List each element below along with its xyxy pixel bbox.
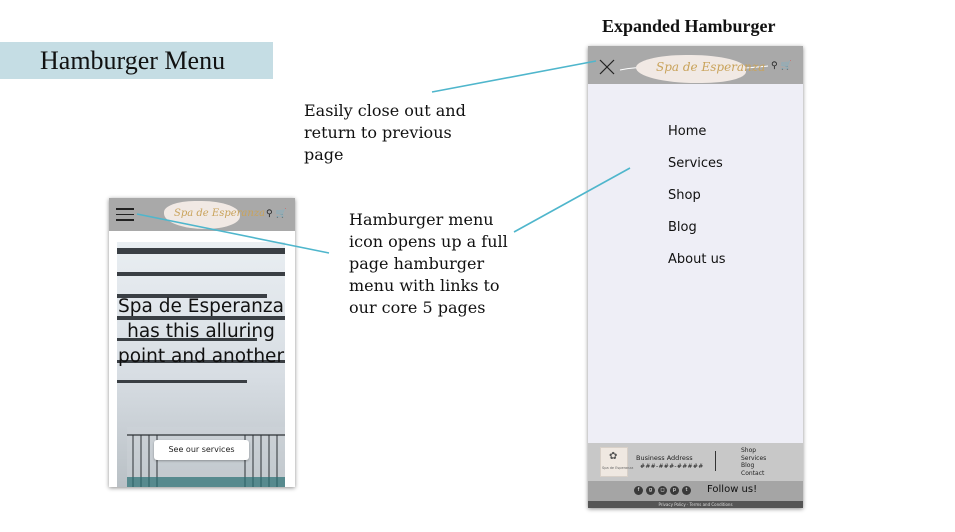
- close-icon[interactable]: [599, 59, 615, 75]
- footer-link-services[interactable]: Services: [741, 455, 766, 463]
- footer-divider: [715, 451, 716, 471]
- menu-nav: Home Services Shop Blog About us: [668, 123, 726, 283]
- footer-link-blog[interactable]: Blog: [741, 462, 766, 470]
- site-footer: ✿ Spa de Esperanza Business Address ###-…: [588, 443, 803, 481]
- footer-links: Shop Services Blog Contact: [741, 447, 766, 477]
- menu-header: Spa de Esperanza ⚲ 🛒: [588, 46, 803, 84]
- annotation-menu: Hamburger menu icon opens up a full page…: [349, 210, 508, 317]
- social-bar: f g ◻ p t Follow us!: [588, 481, 803, 501]
- instagram-icon[interactable]: ◻: [658, 486, 667, 495]
- mobile-header: Spa de Esperanza ⚲ 🛒: [109, 198, 295, 231]
- see-services-button[interactable]: See our services: [154, 440, 249, 460]
- search-cart-icons[interactable]: ⚲ 🛒: [771, 61, 792, 71]
- business-address-value: ###-###-#####: [640, 463, 704, 470]
- footer-badge-text: Spa de Esperanza: [602, 466, 634, 470]
- logo[interactable]: Spa de Esperanza: [636, 55, 765, 83]
- slide-title-banner: Hamburger Menu: [0, 42, 273, 79]
- nav-item-services[interactable]: Services: [668, 155, 726, 187]
- logo[interactable]: Spa de Esperanza: [164, 201, 265, 229]
- annotation-close: Easily close out and return to previous …: [304, 101, 466, 164]
- footer-link-contact[interactable]: Contact: [741, 470, 766, 478]
- flower-icon: ✿: [609, 451, 618, 462]
- expanded-heading: Expanded Hamburger: [602, 16, 776, 36]
- hero-image: Spa de Esperanza has this alluring point…: [117, 242, 285, 487]
- expanded-menu-mockup: Spa de Esperanza ⚲ 🛒 Home Services Shop …: [588, 46, 803, 508]
- pinterest-icon[interactable]: p: [670, 486, 679, 495]
- footer-logo-badge: ✿ Spa de Esperanza: [600, 447, 633, 477]
- mobile-homepage-mockup: Spa de Esperanza ⚲ 🛒 Spa de Esperanza ha…: [109, 198, 295, 487]
- hamburger-icon[interactable]: [116, 208, 134, 221]
- logo-text: Spa de Esperanza: [656, 60, 766, 74]
- slide-title: Hamburger Menu: [40, 46, 226, 75]
- connector-close: [431, 60, 597, 93]
- legal-links[interactable]: Privacy Policy · Terms and Conditions: [588, 501, 803, 508]
- logo-text: Spa de Esperanza: [174, 208, 266, 219]
- nav-item-blog[interactable]: Blog: [668, 219, 726, 251]
- business-address-label: Business Address: [636, 454, 693, 462]
- search-cart-icons[interactable]: ⚲ 🛒: [266, 209, 287, 219]
- hero-headline: Spa de Esperanza has this alluring point…: [117, 296, 285, 367]
- footer-link-shop[interactable]: Shop: [741, 447, 766, 455]
- nav-item-about-us[interactable]: About us: [668, 251, 726, 283]
- google-plus-icon[interactable]: g: [646, 486, 655, 495]
- follow-us-label: Follow us!: [707, 484, 758, 495]
- nav-item-shop[interactable]: Shop: [668, 187, 726, 219]
- twitter-icon[interactable]: t: [682, 486, 691, 495]
- nav-item-home[interactable]: Home: [668, 123, 726, 155]
- facebook-icon[interactable]: f: [634, 486, 643, 495]
